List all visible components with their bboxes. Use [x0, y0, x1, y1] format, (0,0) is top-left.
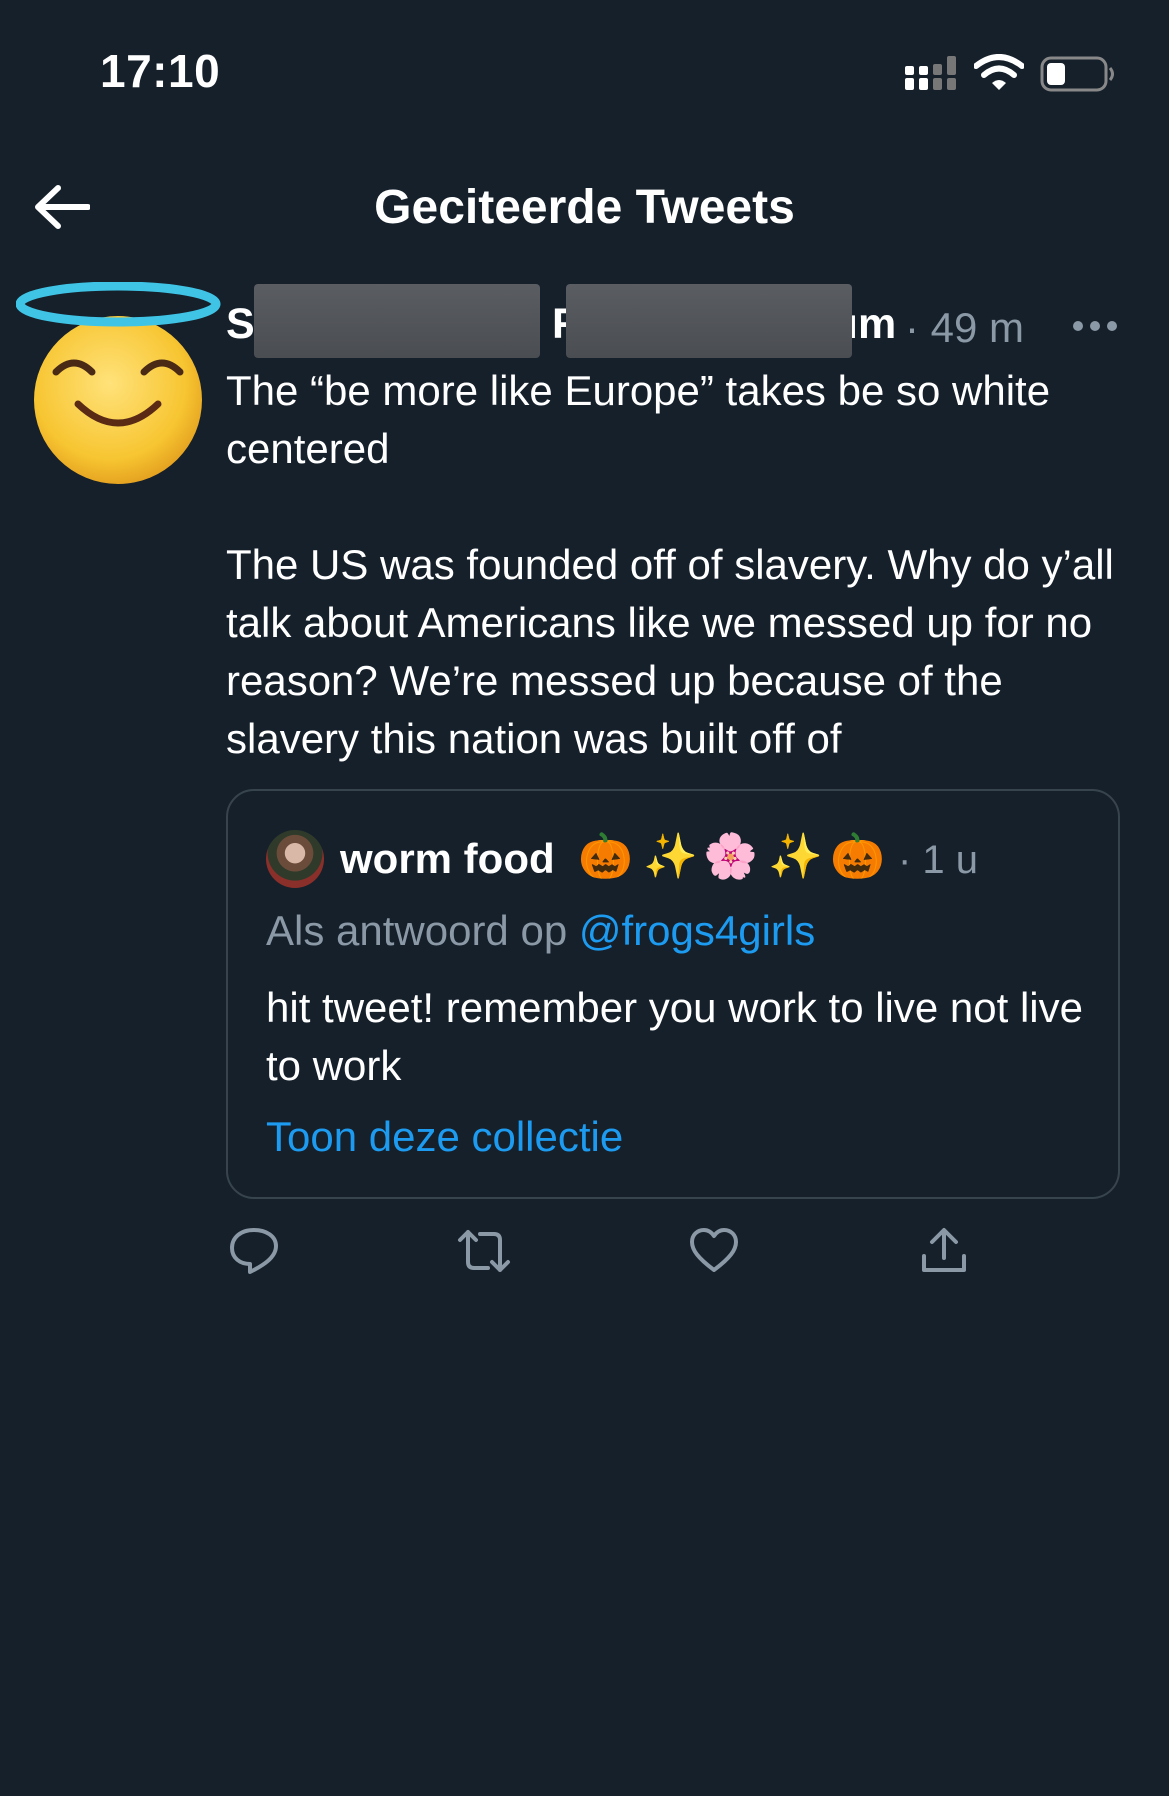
avatar[interactable] — [16, 282, 221, 487]
page-title: Geciteerde Tweets — [374, 181, 795, 234]
show-collection-link[interactable]: Toon deze collectie — [266, 1113, 623, 1161]
signal-icon — [905, 56, 956, 90]
sparkles-emoji: ✨ — [643, 832, 698, 881]
reply-prefix: Als antwoord op — [266, 907, 579, 954]
share-icon[interactable] — [918, 1226, 970, 1276]
retweet-icon[interactable] — [456, 1226, 512, 1276]
tweet-paragraph: The “be more like Europe” takes be so wh… — [226, 367, 1051, 472]
reply-icon[interactable] — [228, 1226, 280, 1276]
pumpkin-emoji: 🎃 — [830, 832, 885, 881]
redaction-block — [254, 284, 540, 358]
battery-icon — [1040, 56, 1114, 92]
quoted-tweet-card[interactable]: worm food 🎃 ✨ 🌸 ✨ 🎃 · 1 u Als antwoord o… — [226, 789, 1120, 1199]
heart-icon[interactable] — [688, 1226, 740, 1276]
sparkles-emoji: ✨ — [768, 832, 823, 881]
quoted-tweet-text: hit tweet! remember you work to live not… — [266, 984, 1083, 1089]
redaction-block — [566, 284, 852, 358]
more-icon[interactable] — [1072, 320, 1118, 332]
display-name[interactable]: S — [226, 300, 255, 349]
tweet-timestamp: · 49 m — [905, 304, 1025, 351]
tweet-paragraph: The US was founded off of slavery. Why d… — [226, 541, 1114, 762]
mention-link[interactable]: @frogs4girls — [579, 907, 815, 954]
tweet-text: The “be more like Europe” takes be so wh… — [226, 362, 1136, 768]
wifi-icon — [974, 54, 1024, 90]
display-name-end: ım — [846, 300, 897, 348]
quoted-timestamp: · 1 u — [898, 838, 979, 882]
display-name-first: S — [226, 300, 255, 348]
quoted-display-name: worm food — [340, 835, 555, 882]
reply-context: Als antwoord op @frogs4girls — [266, 907, 815, 955]
quoted-avatar — [266, 830, 324, 888]
blossom-emoji: 🌸 — [703, 832, 758, 881]
pumpkin-emoji: 🎃 — [578, 832, 633, 881]
status-time: 17:10 — [100, 45, 221, 97]
